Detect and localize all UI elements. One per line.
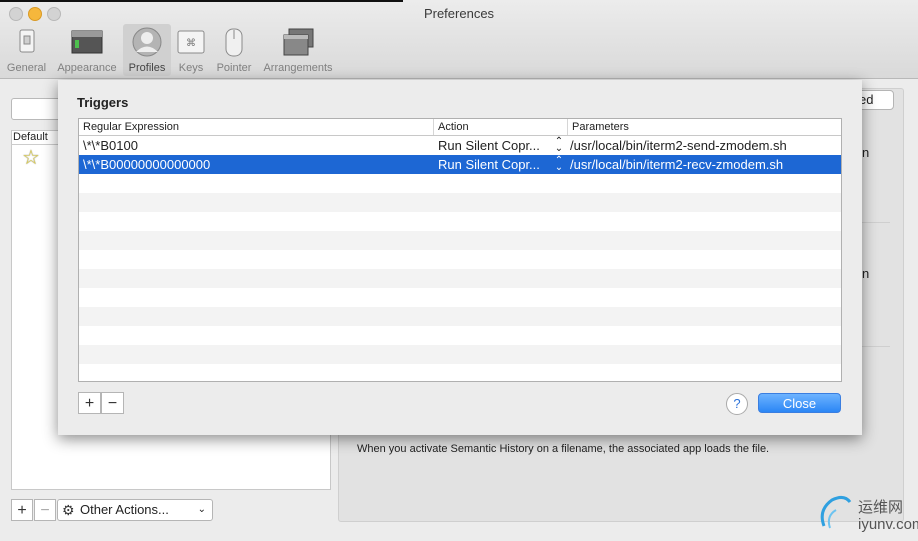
parameters-cell[interactable]: /usr/local/bin/iterm2-recv-zmodem.sh [570, 155, 840, 174]
chevron-down-icon: ⌄ [197, 504, 206, 515]
tab-appearance[interactable]: Appearance [54, 24, 120, 76]
watermark-logo-icon [816, 492, 856, 532]
empty-row [79, 193, 841, 212]
tab-general[interactable]: General [4, 24, 49, 76]
empty-row [79, 364, 841, 381]
switch-icon [11, 27, 43, 57]
tab-profiles[interactable]: Profiles [123, 24, 171, 76]
sheet-title: Triggers [77, 95, 129, 110]
tab-keys[interactable]: ⌘ Keys [175, 24, 207, 76]
column-header-action[interactable]: Action [433, 119, 567, 135]
empty-row [79, 307, 841, 326]
watermark-url: iyunv.com [858, 516, 918, 533]
tab-pointer-label: Pointer [216, 62, 252, 74]
close-button[interactable]: Close [758, 393, 841, 413]
empty-row [79, 326, 841, 345]
other-actions-dropdown[interactable]: ⚙ Other Actions... ⌄ [57, 499, 213, 521]
action-cell[interactable]: Run Silent Copr... [438, 155, 550, 174]
action-cell[interactable]: Run Silent Copr... [438, 136, 550, 155]
menubar-edge [0, 0, 918, 2]
column-header-parameters[interactable]: Parameters [567, 119, 841, 135]
action-popup-chevron-icon[interactable]: ⌃ ⌄ [554, 156, 564, 173]
empty-row [79, 288, 841, 307]
divider [862, 222, 890, 223]
tab-arrangements[interactable]: Arrangements [259, 24, 337, 76]
triggers-sheet: Triggers Regular Expression Action Param… [58, 80, 862, 435]
regex-cell[interactable]: \*\*B00000000000000 [83, 155, 429, 174]
empty-row [79, 212, 841, 231]
tab-keys-label: Keys [178, 62, 204, 74]
remove-trigger-button[interactable]: − [101, 392, 124, 414]
profile-icon [131, 27, 163, 57]
tab-profiles-label: Profiles [128, 62, 166, 74]
table-row[interactable]: \*\*B0100 Run Silent Copr... ⌃ ⌄ /usr/loc… [79, 136, 841, 155]
default-profile-star-icon[interactable]: ☆ [22, 148, 40, 168]
empty-row [79, 174, 841, 193]
window-stack-icon [282, 27, 314, 57]
add-profile-button[interactable]: + [11, 499, 33, 521]
remove-profile-button[interactable]: − [34, 499, 56, 521]
empty-row [79, 250, 841, 269]
tab-general-label: General [6, 62, 47, 74]
setting-text-fragment: n [862, 145, 870, 160]
gear-icon: ⚙ [62, 502, 75, 518]
other-actions-label: Other Actions... [80, 502, 169, 517]
setting-text-fragment: n [862, 266, 870, 281]
tab-appearance-label: Appearance [57, 62, 117, 74]
add-trigger-button[interactable]: + [78, 392, 101, 414]
empty-row [79, 231, 841, 250]
window-icon [71, 27, 103, 57]
tab-pointer[interactable]: Pointer [212, 24, 256, 76]
mouse-icon [218, 27, 250, 57]
command-key-icon: ⌘ [175, 27, 207, 57]
help-button[interactable]: ? [726, 393, 748, 415]
table-row[interactable]: \*\*B00000000000000 Run Silent Copr... ⌃… [79, 155, 841, 174]
table-header: Regular Expression Action Parameters [79, 119, 841, 136]
parameters-cell[interactable]: /usr/local/bin/iterm2-send-zmodem.sh [570, 136, 840, 155]
triggers-table[interactable]: Regular Expression Action Parameters \*\… [78, 118, 842, 382]
divider [862, 346, 890, 347]
action-popup-chevron-icon[interactable]: ⌃ ⌄ [554, 137, 564, 154]
tab-arrangements-label: Arrangements [263, 62, 333, 74]
profiles-column-header: Default [11, 130, 59, 145]
window-title: Preferences [423, 6, 495, 21]
svg-text:⌘: ⌘ [186, 38, 196, 49]
column-header-regex[interactable]: Regular Expression [79, 119, 433, 135]
regex-cell[interactable]: \*\*B0100 [83, 136, 429, 155]
empty-row [79, 269, 841, 288]
semantic-history-description: When you activate Semantic History on a … [357, 443, 770, 455]
watermark-chinese: 运维网 [858, 498, 904, 516]
empty-row [79, 345, 841, 364]
